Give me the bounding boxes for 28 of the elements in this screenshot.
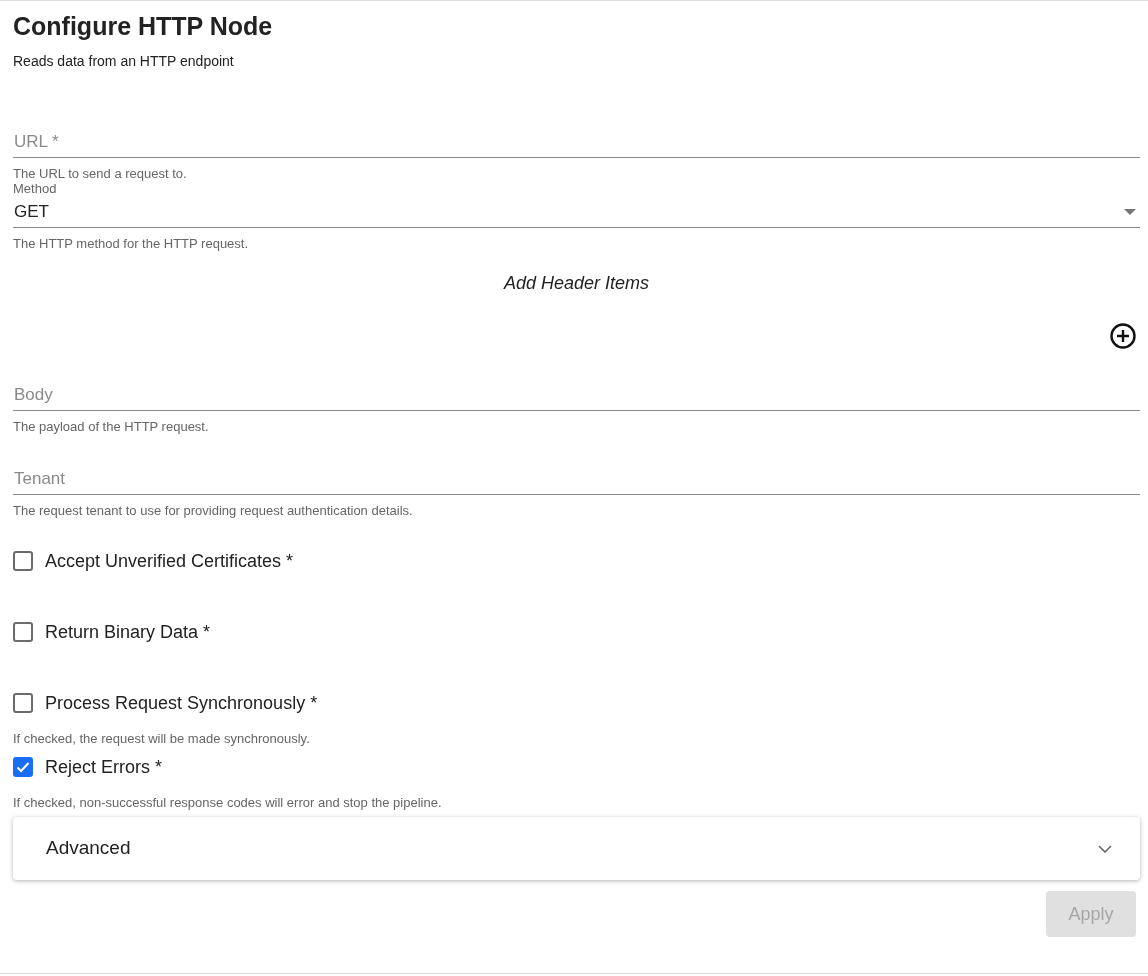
text-field[interactable]: Body xyxy=(13,369,1140,411)
dialog-subtitle: Reads data from an HTTP endpoint xyxy=(13,52,235,71)
checkbox-label: Process Request Synchronously * xyxy=(45,691,318,715)
checkmark-icon xyxy=(16,761,30,773)
text-field[interactable]: Tenant xyxy=(13,453,1140,495)
helper-text: The HTTP method for the HTTP request. xyxy=(13,236,250,252)
advanced-accordion[interactable]: Advanced xyxy=(13,817,1140,880)
dropdown-arrow-icon xyxy=(1124,208,1136,215)
checkbox[interactable] xyxy=(13,757,33,777)
plus-circle-icon xyxy=(1110,323,1136,349)
field-label: Method xyxy=(13,182,58,196)
helper-text: If checked, the request will be made synchronously. xyxy=(13,731,311,747)
add-button[interactable] xyxy=(1110,323,1136,349)
method-select[interactable]: GET xyxy=(13,196,1140,228)
helper-text: The payload of the HTTP request. xyxy=(13,419,210,435)
checkbox[interactable] xyxy=(13,693,33,713)
helper-text: The URL to send a request to. xyxy=(13,166,188,182)
checkbox-label: Reject Errors * xyxy=(45,755,163,779)
text-field[interactable]: URL * xyxy=(13,116,1140,158)
chevron-down-icon xyxy=(1098,844,1112,853)
dialog-title: Configure HTTP Node xyxy=(13,11,274,42)
helper-text: If checked, non-successful response codes will error and stop the pipeline. xyxy=(13,795,443,811)
checkbox-label: Return Binary Data * xyxy=(45,620,211,644)
checkbox[interactable] xyxy=(13,622,33,642)
checkbox[interactable] xyxy=(13,551,33,571)
helper-text: The request tenant to use for providing request authentication details. xyxy=(13,503,414,519)
section-heading: Add Header Items xyxy=(503,272,650,295)
checkbox-label: Accept Unverified Certificates * xyxy=(45,549,294,573)
